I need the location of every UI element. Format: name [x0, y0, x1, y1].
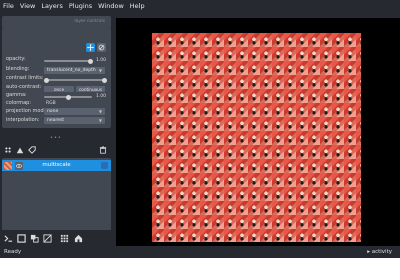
layer-row-multiscale[interactable]: multiscale — [2, 160, 111, 171]
layer-controls-header: layer controls — [2, 16, 111, 28]
menu-bar: File View Layers Plugins Window Help — [0, 0, 400, 12]
opacity-slider-handle[interactable] — [88, 58, 93, 64]
image-layer-type-icon — [101, 162, 108, 169]
projection-mode-value: none — [47, 109, 59, 114]
delete-layer-icon[interactable] — [99, 146, 107, 154]
menu-plugins[interactable]: Plugins — [66, 2, 95, 10]
menu-file[interactable]: File — [0, 2, 17, 10]
activity-button[interactable]: ▸ activity — [367, 249, 392, 255]
home-icon[interactable] — [74, 234, 83, 243]
toggle-ndisplay-icon[interactable] — [17, 234, 26, 243]
auto-contrast-once-button[interactable]: once — [44, 86, 74, 92]
new-shapes-layer-icon[interactable] — [16, 146, 24, 154]
new-labels-layer-icon[interactable] — [28, 146, 36, 154]
projection-mode-label: projection mode: — [6, 108, 49, 114]
colormap-label: colormap: — [6, 100, 32, 106]
auto-contrast-continuous-button[interactable]: continuous — [76, 86, 105, 92]
menu-layers[interactable]: Layers — [38, 2, 66, 10]
blending-label: blending: — [6, 66, 30, 72]
panel-splitter-handle[interactable]: ••• — [50, 135, 62, 141]
chevron-down-icon: ▼ — [98, 109, 102, 114]
contrast-limits-max-handle[interactable] — [102, 77, 107, 83]
transform-icon[interactable] — [97, 43, 106, 52]
menu-window[interactable]: Window — [95, 2, 127, 10]
layer-controls-mode-buttons — [86, 43, 106, 52]
contrast-limits-slider[interactable] — [46, 79, 105, 81]
activity-label: activity — [371, 249, 392, 255]
gamma-slider-handle[interactable] — [66, 94, 71, 100]
pan-zoom-icon[interactable] — [86, 43, 95, 52]
transpose-axes-icon[interactable] — [43, 234, 52, 243]
colormap-value: RGB — [46, 101, 56, 106]
gamma-value: 1.00 — [96, 94, 107, 99]
projection-mode-dropdown[interactable]: none ▼ — [44, 108, 105, 115]
grid-view-icon[interactable] — [60, 234, 69, 243]
contrast-limits-label: contrast limits: — [6, 75, 44, 81]
blending-value: translucent_no_depth — [47, 68, 96, 73]
auto-contrast-label: auto-contrast: — [6, 84, 42, 90]
layer-list: multiscale — [2, 158, 111, 240]
layer-name: multiscale — [42, 162, 71, 168]
opacity-value: 1.00 — [96, 58, 107, 63]
status-bar: Ready ▸ activity — [0, 246, 400, 258]
opacity-label: opacity: — [6, 56, 26, 62]
status-text: Ready — [4, 249, 22, 255]
console-icon[interactable] — [4, 234, 13, 243]
menu-help[interactable]: Help — [127, 2, 148, 10]
viewer-buttons-toolbar — [0, 230, 113, 246]
gamma-label: gamma: — [6, 92, 27, 98]
interpolation-value: nearest — [47, 118, 65, 123]
layer-toolbar — [2, 144, 111, 156]
layer-controls-title: layer controls — [74, 19, 105, 24]
chevron-down-icon: ▼ — [98, 68, 102, 73]
new-points-layer-icon[interactable] — [4, 146, 12, 154]
window-bottom-area — [0, 258, 400, 280]
chevron-down-icon: ▼ — [98, 118, 102, 123]
interpolation-dropdown[interactable]: nearest ▼ — [44, 117, 105, 124]
contrast-limits-min-handle[interactable] — [44, 77, 49, 83]
multiscale-image — [152, 33, 361, 242]
menu-view[interactable]: View — [17, 2, 38, 10]
interpolation-label: interpolation: — [6, 117, 40, 123]
blending-dropdown[interactable]: translucent_no_depth ▼ — [44, 67, 105, 74]
opacity-slider[interactable] — [44, 60, 92, 62]
roll-axes-icon[interactable] — [30, 234, 39, 243]
